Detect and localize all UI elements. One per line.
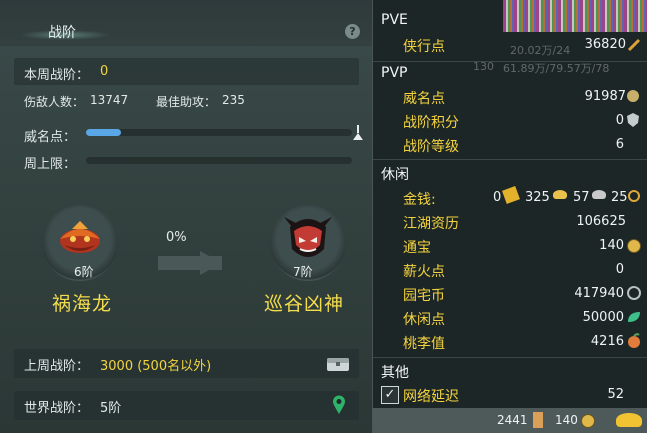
- money-label: 金钱:: [403, 192, 436, 208]
- sword-icon: [627, 38, 641, 52]
- gold-ingot-icon: [502, 186, 520, 204]
- pve-item-value: 36820: [584, 37, 626, 52]
- money-value-coin: 25: [611, 190, 628, 205]
- divider: [373, 357, 647, 358]
- background-text-1: 20.02万/24: [510, 44, 571, 57]
- latency-checkbox[interactable]: ✓: [381, 386, 399, 404]
- peach-icon: [628, 333, 640, 348]
- current-rank-name: 祸海龙: [52, 293, 113, 315]
- fame-label: 威名点：: [24, 130, 77, 145]
- background-hud-stripes: [503, 0, 647, 32]
- money-value-gold: 0: [493, 190, 502, 205]
- assist-value: 235: [222, 93, 245, 107]
- pve-item-label: 侠行点: [403, 39, 445, 55]
- fame-icon: [627, 90, 639, 102]
- leisure-item-label: 薪火点: [403, 264, 445, 280]
- pvp-item-level-label: 战阶等级: [403, 139, 459, 155]
- treasure-chest-icon[interactable]: [326, 354, 350, 372]
- leisure-item-label: 休闲点: [403, 312, 445, 328]
- pvp-item-fame-label: 威名点: [403, 91, 445, 107]
- leisure-item-value: 4216: [590, 334, 624, 349]
- battle-rank-panel: 战阶 ? 本周战阶： 0 伤敌人数： 13747 最佳助攻： 235 威名点： …: [0, 0, 372, 433]
- fame-progress-fill: [86, 129, 121, 136]
- last-week-rank-row: 上周战阶： 3000 (500名以外): [14, 349, 359, 378]
- weekly-rank-value: 0: [100, 64, 109, 79]
- leisure-item-label: 江湖资历: [403, 216, 459, 232]
- bottom-value-right: 140: [555, 413, 578, 427]
- rank-badge-icon: [627, 113, 639, 127]
- divider: [373, 159, 647, 160]
- currency-panel: 20.02万/24 130 61.89万/79.57万/78 PVE 侠行点 3…: [372, 0, 647, 433]
- help-icon[interactable]: ?: [345, 24, 360, 39]
- weekly-rank-row: 本周战阶： 0: [14, 58, 359, 85]
- money-value-copper: 57: [573, 190, 590, 205]
- world-rank-label: 世界战阶：: [24, 401, 90, 416]
- weekly-cap-progress-bar: [86, 157, 352, 164]
- pvp-item-fame-value: 91987: [584, 89, 626, 104]
- leisure-item-value: 0: [615, 262, 624, 277]
- last-week-rank-label: 上周战阶：: [24, 359, 90, 374]
- background-text-3: 61.89万/79.57万/78: [503, 62, 610, 75]
- tongbao-coin-icon: [581, 414, 595, 428]
- house-coin-icon: [627, 286, 641, 300]
- location-pin-icon[interactable]: [332, 395, 346, 415]
- pvp-section-title: PVP: [381, 65, 408, 81]
- assist-label: 最佳助攻：: [156, 95, 217, 109]
- yuanbao-icon: [553, 190, 567, 199]
- next-rank-name: 巡谷凶神: [264, 293, 345, 315]
- silver-ingot-icon: [592, 190, 606, 199]
- divider: [373, 61, 647, 62]
- leisure-item-label: 桃李值: [403, 336, 445, 352]
- gold-yuanbao-icon[interactable]: [616, 413, 642, 427]
- leisure-item-label: 通宝: [403, 240, 431, 256]
- pvp-item-level-value: 6: [615, 137, 624, 152]
- current-rank-level: 6阶: [74, 265, 94, 279]
- coin-icon: [628, 190, 640, 202]
- rank-progress-percent: 0%: [166, 230, 187, 245]
- fame-progress-bar: [86, 129, 352, 136]
- kills-label: 伤敌人数：: [24, 95, 85, 109]
- last-week-rank-value: 3000 (500名以外): [100, 359, 212, 374]
- leisure-item-value: 106625: [576, 214, 626, 229]
- tongbao-coin-icon: [627, 239, 641, 253]
- world-rank-row: 世界战阶： 5阶: [14, 391, 359, 420]
- weekly-rank-label: 本周战阶：: [24, 68, 90, 83]
- progress-arrow-icon: [200, 251, 222, 275]
- latency-value: 52: [607, 387, 624, 402]
- next-rank-level: 7阶: [293, 265, 313, 279]
- bottom-value-left: 2441: [497, 413, 528, 427]
- world-rank-value: 5阶: [100, 401, 122, 416]
- leisure-item-label: 园宅币: [403, 288, 445, 304]
- money-value-silver: 325: [525, 190, 550, 205]
- pvp-item-score-label: 战阶积分: [403, 115, 459, 131]
- leaf-icon: [628, 312, 640, 322]
- scroll-icon: [533, 412, 543, 428]
- latency-label: 网络延迟: [403, 389, 459, 405]
- other-section-title: 其他: [381, 365, 409, 381]
- pvp-item-score-value: 0: [615, 113, 624, 128]
- leisure-item-value: 50000: [582, 310, 624, 325]
- leisure-item-value: 140: [599, 238, 624, 253]
- leisure-item-value: 417940: [574, 286, 624, 301]
- weekly-cap-label: 周上限：: [24, 157, 77, 172]
- kills-value: 13747: [90, 93, 129, 107]
- cap-marker-icon: [353, 125, 363, 140]
- leisure-section-title: 休闲: [381, 167, 409, 183]
- pve-section-title: PVE: [381, 12, 408, 28]
- panel-title: 战阶: [48, 25, 76, 41]
